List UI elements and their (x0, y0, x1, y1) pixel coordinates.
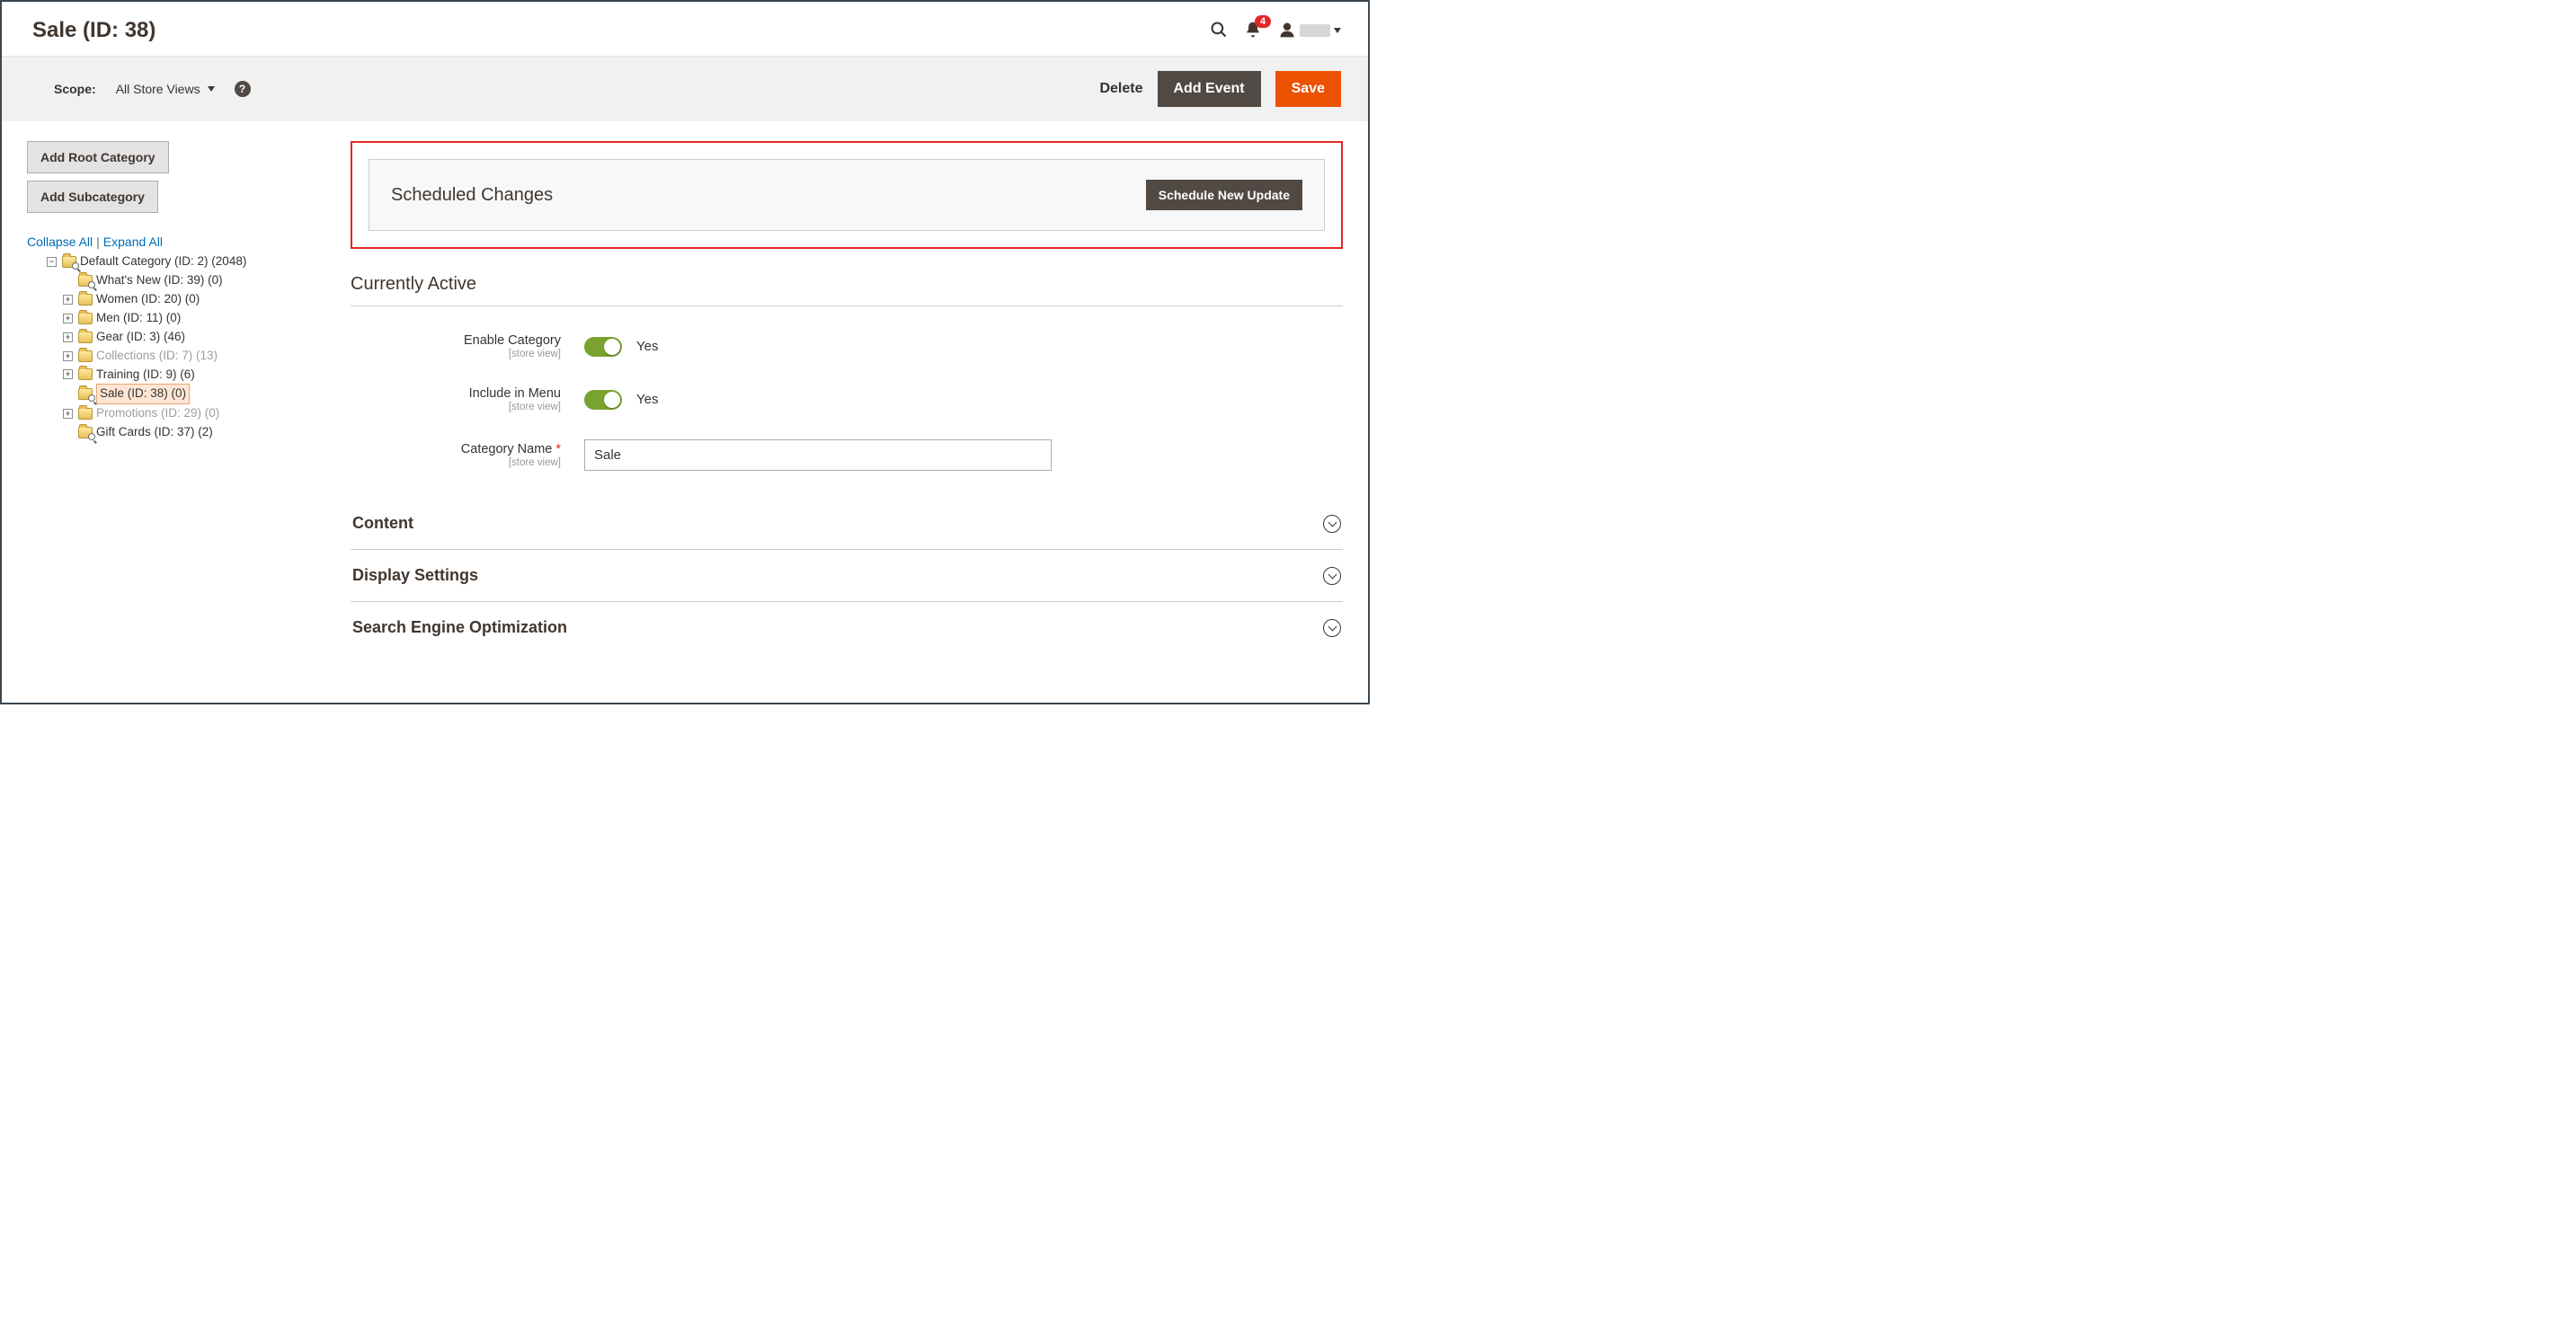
folder-icon (78, 313, 93, 324)
tree-node-label[interactable]: Promotions (ID: 29) (0) (96, 404, 219, 423)
folder-icon (78, 350, 93, 362)
required-asterisk: * (555, 442, 561, 456)
expand-icon[interactable]: + (63, 295, 73, 305)
page-title: Sale (ID: 38) (32, 18, 155, 43)
collapsible-section[interactable]: Display Settings (351, 550, 1343, 602)
scope-note: [store view] (351, 402, 561, 412)
folder-icon (78, 388, 93, 400)
collapse-icon[interactable]: − (47, 257, 57, 267)
user-icon (1278, 21, 1296, 41)
chevron-down-icon (1323, 567, 1341, 585)
folder-icon (78, 427, 93, 438)
scope-note: [store view] (351, 349, 561, 359)
folder-icon (78, 332, 93, 343)
caret-down-icon (1334, 28, 1341, 33)
expand-all-link[interactable]: Expand All (103, 235, 163, 249)
tree-node-label[interactable]: Sale (ID: 38) (0) (96, 384, 190, 404)
add-subcategory-button[interactable]: Add Subcategory (27, 181, 158, 213)
search-icon[interactable] (1210, 21, 1228, 41)
notifications-button[interactable]: 4 (1244, 21, 1262, 41)
tree-node-label[interactable]: Men (ID: 11) (0) (96, 309, 181, 328)
enable-category-toggle[interactable] (584, 337, 622, 357)
section-title: Display Settings (352, 566, 478, 585)
tree-node-label[interactable]: Default Category (ID: 2) (2048) (80, 252, 246, 271)
scope-value: All Store Views (116, 82, 200, 96)
caret-down-icon (208, 86, 215, 92)
folder-icon (62, 256, 76, 268)
account-menu[interactable] (1278, 21, 1341, 41)
save-button[interactable]: Save (1275, 71, 1341, 107)
section-title: Search Engine Optimization (352, 618, 567, 637)
include-in-menu-value: Yes (636, 392, 658, 407)
expand-icon[interactable]: + (63, 332, 73, 342)
folder-icon (78, 294, 93, 305)
scope-label: Scope: (54, 82, 96, 96)
tree-node-label[interactable]: Training (ID: 9) (6) (96, 366, 195, 385)
collapse-all-link[interactable]: Collapse All (27, 235, 93, 249)
category-name-input[interactable] (584, 439, 1052, 471)
expand-icon[interactable]: + (63, 314, 73, 323)
include-in-menu-toggle[interactable] (584, 390, 622, 410)
username-placeholder (1300, 24, 1330, 37)
category-tree: − Default Category (ID: 2) (2048)What's N… (27, 252, 333, 442)
enable-category-label: Enable Category (464, 333, 561, 348)
add-root-category-button[interactable]: Add Root Category (27, 141, 169, 173)
enable-category-value: Yes (636, 339, 658, 354)
collapsible-section[interactable]: Content (351, 498, 1343, 550)
scheduled-changes-title: Scheduled Changes (391, 185, 553, 206)
chevron-down-icon (1323, 515, 1341, 533)
delete-button[interactable]: Delete (1099, 81, 1142, 97)
tree-node-label[interactable]: Women (ID: 20) (0) (96, 290, 200, 309)
folder-icon (78, 408, 93, 420)
tree-node-label[interactable]: Gift Cards (ID: 37) (2) (96, 423, 213, 442)
scope-selector[interactable]: All Store Views (111, 82, 220, 96)
collapsible-section[interactable]: Search Engine Optimization (351, 602, 1343, 653)
chevron-down-icon (1323, 619, 1341, 637)
folder-icon (78, 275, 93, 287)
tree-node-label[interactable]: Collections (ID: 7) (13) (96, 347, 218, 366)
currently-active-title: Currently Active (351, 274, 1343, 306)
bell-icon (1244, 27, 1262, 41)
section-title: Content (352, 514, 413, 533)
schedule-new-update-button[interactable]: Schedule New Update (1146, 180, 1302, 210)
separator: | (96, 235, 100, 249)
scheduled-changes-highlight: Scheduled Changes Schedule New Update (351, 141, 1343, 249)
expand-icon[interactable]: + (63, 369, 73, 379)
include-in-menu-label: Include in Menu (469, 386, 561, 401)
tree-node-label[interactable]: What's New (ID: 39) (0) (96, 271, 223, 290)
tree-node-label[interactable]: Gear (ID: 3) (46) (96, 328, 185, 347)
notification-badge: 4 (1255, 15, 1271, 28)
folder-icon (78, 368, 93, 380)
category-name-label: Category Name (461, 442, 553, 456)
scope-note: [store view] (351, 457, 561, 468)
help-icon[interactable]: ? (235, 81, 251, 97)
add-event-button[interactable]: Add Event (1158, 71, 1261, 107)
expand-icon[interactable]: + (63, 409, 73, 419)
expand-icon[interactable]: + (63, 351, 73, 361)
